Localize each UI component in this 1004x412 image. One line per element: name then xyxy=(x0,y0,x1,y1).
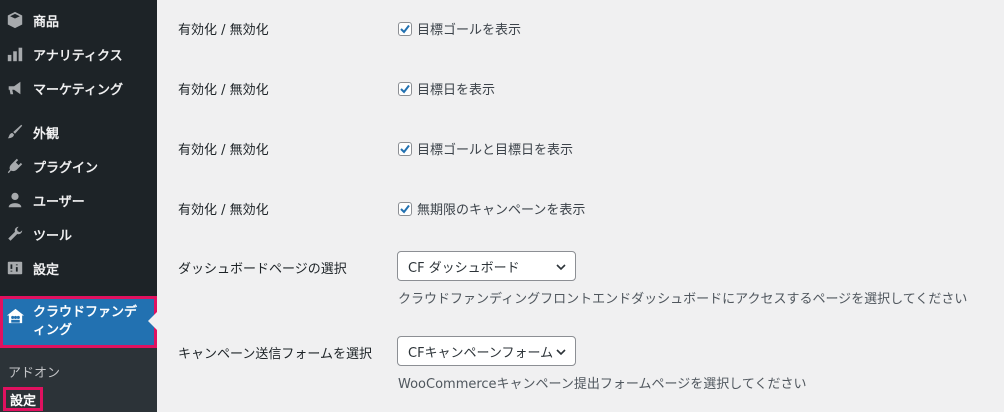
sidebar-item-label: 商品 xyxy=(33,14,60,30)
show-unlimited-campaigns-option[interactable]: 無期限のキャンペーンを表示 xyxy=(398,199,585,218)
sidebar-item-label: クラウドファンディング xyxy=(33,305,138,338)
sidebar-item-marketing[interactable]: マーケティング xyxy=(0,71,157,105)
submenu-item-settings[interactable]: 設定 xyxy=(3,387,44,411)
user-icon xyxy=(5,190,25,210)
submenu-item-addons[interactable]: アドオン xyxy=(8,362,60,381)
sidebar-item-appearance[interactable]: 外観 xyxy=(0,115,157,149)
admin-sidebar: 商品 アナリティクス マーケティング 外観 プラグイン ユーザー ツール 設定 … xyxy=(0,0,157,412)
row-label: 有効化 / 無効化 xyxy=(178,83,269,98)
row-label: 有効化 / 無効化 xyxy=(178,203,269,218)
sidebar-item-label: プラグイン xyxy=(33,160,99,176)
sidebar-item-label: ツール xyxy=(33,228,73,244)
sidebar-item-label: アナリティクス xyxy=(33,48,123,64)
wrench-icon xyxy=(5,224,25,244)
dashboard-page-label: ダッシュボードページの選択 xyxy=(178,262,347,277)
sidebar-item-crowdfunding[interactable]: クラウドファンディング xyxy=(0,296,157,348)
campaign-form-label: キャンペーン送信フォームを選択 xyxy=(178,347,372,362)
chevron-down-icon xyxy=(556,264,566,271)
option-label: 目標ゴールと目標日を表示 xyxy=(417,143,574,158)
sidebar-item-products[interactable]: 商品 xyxy=(0,3,157,37)
sidebar-item-settings[interactable]: 設定 xyxy=(0,251,157,285)
chart-bar-icon xyxy=(5,44,25,64)
show-goal-checkbox[interactable] xyxy=(398,21,412,36)
sidebar-item-users[interactable]: ユーザー xyxy=(0,183,157,217)
sidebar-item-label: ユーザー xyxy=(33,194,85,210)
sidebar-item-label: 外観 xyxy=(33,126,60,142)
crowdfunding-icon xyxy=(5,306,25,326)
select-value: CF ダッシュボード xyxy=(408,260,520,276)
row-label: 有効化 / 無効化 xyxy=(178,23,269,38)
dashboard-page-description: クラウドファンディングフロントエンドダッシュボードにアクセスするページを選択して… xyxy=(398,292,968,307)
sidebar-item-label: マーケティング xyxy=(33,82,123,98)
row-label: 有効化 / 無効化 xyxy=(178,143,269,158)
box-icon xyxy=(5,10,25,30)
campaign-form-select[interactable]: CFキャンペーンフォーム xyxy=(397,336,576,366)
sidebar-item-tools[interactable]: ツール xyxy=(0,217,157,251)
show-goal-and-date-option[interactable]: 目標ゴールと目標日を表示 xyxy=(398,139,573,158)
option-label: 目標日を表示 xyxy=(417,83,496,98)
show-unlimited-campaigns-checkbox[interactable] xyxy=(398,201,412,216)
option-label: 目標ゴールを表示 xyxy=(417,23,522,38)
select-value: CFキャンペーンフォーム xyxy=(408,345,554,361)
sidebar-item-label: 設定 xyxy=(33,262,60,278)
settings-icon xyxy=(5,258,25,278)
chevron-down-icon xyxy=(556,349,566,356)
sidebar-item-plugins[interactable]: プラグイン xyxy=(0,149,157,183)
show-target-date-option[interactable]: 目標日を表示 xyxy=(398,79,495,98)
current-page-arrow xyxy=(148,312,157,330)
campaign-form-description: WooCommerceキャンペーン提出フォームページを選択してください xyxy=(398,377,807,392)
paintbrush-icon xyxy=(5,122,25,142)
show-goal-and-date-checkbox[interactable] xyxy=(398,141,412,156)
sidebar-item-analytics[interactable]: アナリティクス xyxy=(0,37,157,71)
plugin-icon xyxy=(5,156,25,176)
megaphone-icon xyxy=(5,78,25,98)
show-goal-option[interactable]: 目標ゴールを表示 xyxy=(398,19,521,38)
option-label: 無期限のキャンペーンを表示 xyxy=(417,203,586,218)
show-target-date-checkbox[interactable] xyxy=(398,81,412,96)
dashboard-page-select[interactable]: CF ダッシュボード xyxy=(397,251,576,281)
